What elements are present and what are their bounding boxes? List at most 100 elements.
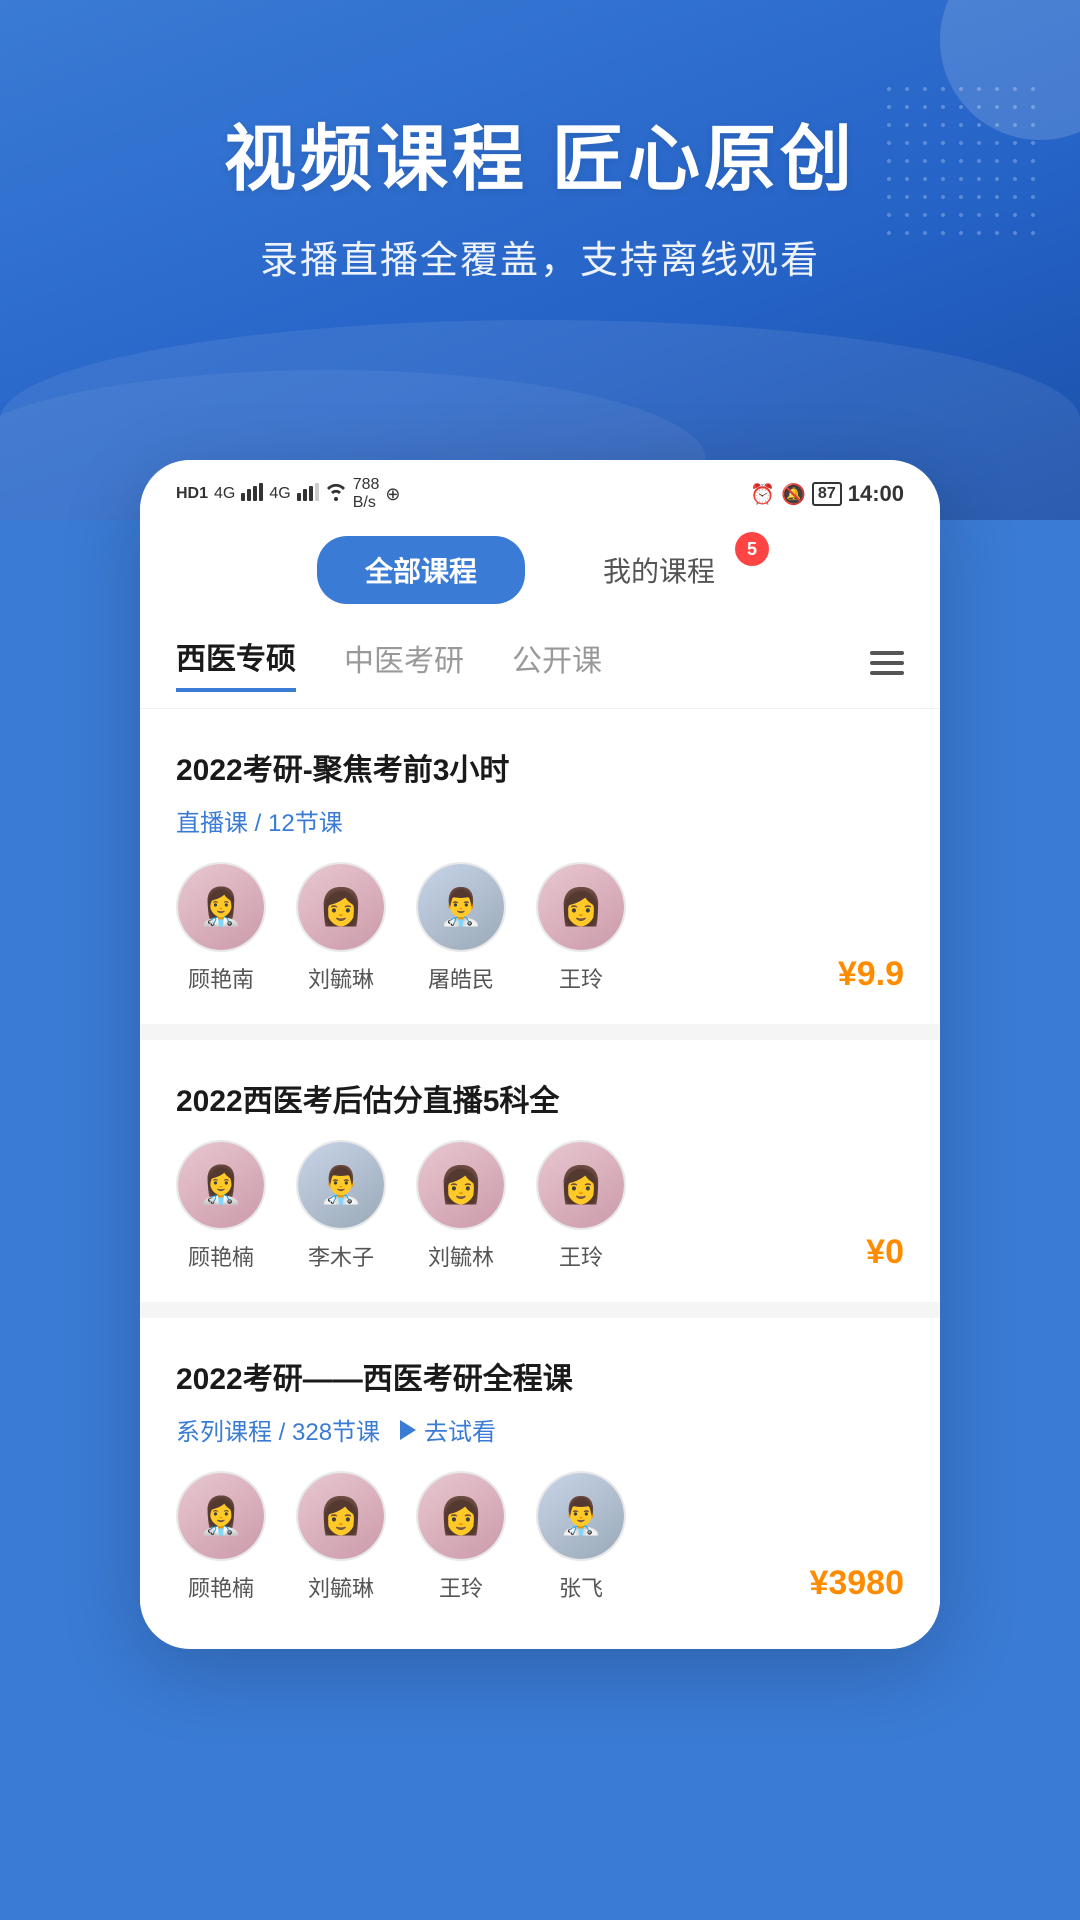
avatar-liu-yulin: 👩	[296, 862, 386, 952]
teacher-2-1: 👩‍⚕️ 顾艳楠	[176, 1140, 266, 1272]
avatar-tu-haomin: 👨‍⚕️	[416, 862, 506, 952]
teacher-name-1-4: 王玲	[559, 962, 603, 994]
tab-my-label: 我的课程	[603, 556, 715, 587]
teacher-2-4: 👩 王玲	[536, 1140, 626, 1272]
teacher-name-2-1: 顾艳楠	[188, 1240, 254, 1272]
cat-tcm[interactable]: 中医考研	[344, 636, 464, 690]
avatar-wang-ling-1: 👩	[536, 862, 626, 952]
avatar-face: 👩	[298, 864, 384, 950]
avatar-liu-yulin-3: 👩	[296, 1471, 386, 1561]
course-meta-1: 直播课 / 12节课	[176, 803, 904, 838]
teacher-name-1-1: 顾艳南	[188, 962, 254, 994]
teacher-1-3: 👨‍⚕️ 屠皓民	[416, 862, 506, 994]
avatar-face: 👩‍⚕️	[178, 1142, 264, 1228]
status-bar: HD1 4G 4G 788B/s ⊕ ⏰ 🔕 87 14:00	[140, 460, 940, 520]
course-meta-3: 系列课程 / 328节课 去试看	[176, 1412, 904, 1447]
teacher-name-3-1: 顾艳楠	[188, 1571, 254, 1603]
hero-title: 视频课程 匠心原创	[0, 100, 1080, 205]
course-card-3[interactable]: 2022考研——西医考研全程课 系列课程 / 328节课 去试看 👩‍⚕️ 顾艳…	[140, 1318, 940, 1633]
signal-bars2	[297, 483, 319, 506]
data-icon: ⊕	[385, 484, 400, 505]
avatar-face: 👨‍⚕️	[418, 864, 504, 950]
trial-label: 去试看	[424, 1412, 496, 1447]
avatar-face: 👩‍⚕️	[178, 1473, 264, 1559]
hero-section: 视频课程 匠心原创 录播直播全覆盖，支持离线观看	[0, 0, 1080, 520]
tab-my-courses[interactable]: 我的课程 5	[555, 536, 763, 604]
avatar-face: 👨‍⚕️	[298, 1142, 384, 1228]
hero-text-container: 视频课程 匠心原创 录播直播全覆盖，支持离线观看	[0, 0, 1080, 284]
teacher-2-3: 👩 刘毓林	[416, 1140, 506, 1272]
avatar-zhang-fei: 👨‍⚕️	[536, 1471, 626, 1561]
teacher-name-3-2: 刘毓琳	[308, 1571, 374, 1603]
signal-bars1	[241, 483, 263, 506]
teachers-row-2: 👩‍⚕️ 顾艳楠 👨‍⚕️ 李木子 👩 刘毓林	[176, 1140, 904, 1272]
cat-open[interactable]: 公开课	[512, 636, 602, 690]
avatar-face: 👩	[538, 864, 624, 950]
teacher-name-2-4: 王玲	[559, 1240, 603, 1272]
signal-4g1: 4G	[214, 485, 235, 503]
teachers-row-3: 👩‍⚕️ 顾艳楠 👩 刘毓琳 👩 王玲	[176, 1471, 904, 1603]
alarm-icon: ⏰	[750, 482, 775, 507]
teacher-name-3-3: 王玲	[439, 1571, 483, 1603]
course-type-3: 系列课程 / 328节课	[176, 1412, 380, 1447]
hero-subtitle: 录播直播全覆盖，支持离线观看	[0, 229, 1080, 284]
tab-bar: 全部课程 我的课程 5	[140, 520, 940, 624]
avatar-face: 👩‍⚕️	[178, 864, 264, 950]
avatar-face: 👨‍⚕️	[538, 1473, 624, 1559]
avatar-gu-yannan: 👩‍⚕️	[176, 862, 266, 952]
status-time: 14:00	[848, 481, 904, 507]
teacher-3-2: 👩 刘毓琳	[296, 1471, 386, 1603]
course-price-1: ¥9.9	[838, 955, 904, 994]
category-nav: 西医专硕 中医考研 公开课	[140, 624, 940, 709]
teacher-name-1-2: 刘毓琳	[308, 962, 374, 994]
course-price-2: ¥0	[866, 1233, 904, 1272]
tab-all-courses[interactable]: 全部课程	[317, 536, 525, 604]
avatar-face: 👩	[418, 1142, 504, 1228]
course-card-2[interactable]: 2022西医考后估分直播5科全 👩‍⚕️ 顾艳楠 👨‍⚕️ 李木子 �	[140, 1040, 940, 1302]
course-price-3: ¥3980	[809, 1564, 904, 1603]
teacher-1-4: 👩 王玲	[536, 862, 626, 994]
avatar-face: 👩	[538, 1142, 624, 1228]
mute-icon: 🔕	[781, 482, 806, 507]
course-trial-3[interactable]: 去试看	[400, 1412, 496, 1447]
avatar-liu-yulin-2: 👩	[416, 1140, 506, 1230]
course-type-1: 直播课 / 12节课	[176, 803, 343, 838]
menu-button[interactable]	[870, 651, 904, 675]
teacher-3-4: 👨‍⚕️ 张飞	[536, 1471, 626, 1603]
avatar-wang-ling-3: 👩	[416, 1471, 506, 1561]
speed-text: 788B/s	[353, 476, 380, 512]
bottom-bg	[0, 1649, 1080, 1849]
teacher-2-2: 👨‍⚕️ 李木子	[296, 1140, 386, 1272]
teachers-row-1: 👩‍⚕️ 顾艳南 👩 刘毓琳 👨‍⚕️ 屠皓民	[176, 862, 904, 994]
tab-my-badge: 5	[735, 532, 769, 566]
teacher-1-1: 👩‍⚕️ 顾艳南	[176, 862, 266, 994]
menu-line-2	[870, 661, 904, 665]
course-title-1: 2022考研-聚焦考前3小时	[176, 745, 904, 789]
course-card-1[interactable]: 2022考研-聚焦考前3小时 直播课 / 12节课 👩‍⚕️ 顾艳南 👩 刘毓琳	[140, 709, 940, 1024]
teacher-1-2: 👩 刘毓琳	[296, 862, 386, 994]
teacher-name-2-2: 李木子	[308, 1240, 374, 1272]
teacher-name-1-3: 屠皓民	[428, 962, 494, 994]
teacher-name-2-3: 刘毓林	[428, 1240, 494, 1272]
avatar-face: 👩	[418, 1473, 504, 1559]
signal-4g2: 4G	[269, 485, 290, 503]
course-title-3: 2022考研——西医考研全程课	[176, 1354, 904, 1398]
course-title-2: 2022西医考后估分直播5科全	[176, 1076, 904, 1120]
cat-western[interactable]: 西医专硕	[176, 634, 296, 692]
teacher-3-3: 👩 王玲	[416, 1471, 506, 1603]
battery-icon: 87	[812, 482, 842, 506]
menu-line-1	[870, 651, 904, 655]
teacher-3-1: 👩‍⚕️ 顾艳楠	[176, 1471, 266, 1603]
signal-hd1: HD1	[176, 485, 208, 503]
phone-mockup: HD1 4G 4G 788B/s ⊕ ⏰ 🔕 87 14:00 全部课程	[140, 460, 940, 1649]
avatar-gu-yannan-3: 👩‍⚕️	[176, 1471, 266, 1561]
tab-all-label: 全部课程	[365, 556, 477, 587]
status-left: HD1 4G 4G 788B/s ⊕	[176, 476, 401, 512]
teacher-name-3-4: 张飞	[559, 1571, 603, 1603]
status-right: ⏰ 🔕 87 14:00	[750, 481, 904, 507]
wifi-icon	[325, 483, 347, 506]
avatar-gu-yannan-2: 👩‍⚕️	[176, 1140, 266, 1230]
course-list: 2022考研-聚焦考前3小时 直播课 / 12节课 👩‍⚕️ 顾艳南 👩 刘毓琳	[140, 709, 940, 1633]
menu-line-3	[870, 671, 904, 675]
play-icon	[400, 1420, 416, 1440]
